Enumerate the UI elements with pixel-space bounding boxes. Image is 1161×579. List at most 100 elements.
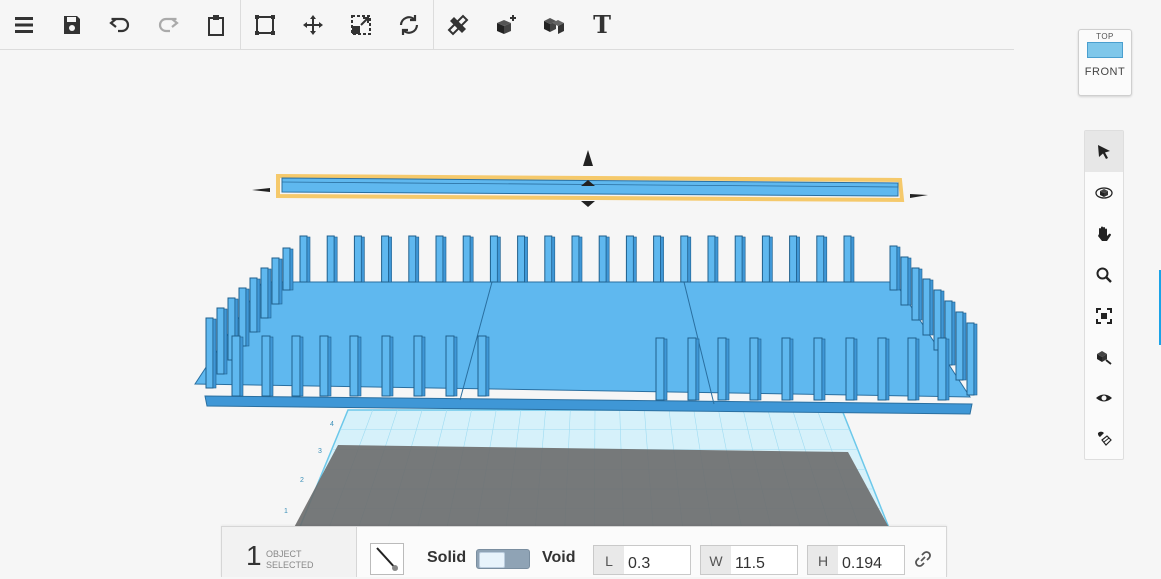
pan-button[interactable] <box>1085 213 1123 254</box>
tray-post <box>571 235 583 283</box>
tray-post <box>889 245 901 291</box>
workplane-button[interactable] <box>1085 336 1123 377</box>
add-shape-icon <box>497 14 516 34</box>
tray-post <box>761 235 773 283</box>
redo-button[interactable] <box>144 1 192 49</box>
view-tools-panel <box>1084 130 1124 460</box>
tray-post <box>907 337 920 401</box>
snap-button[interactable] <box>1085 418 1123 459</box>
tray-post <box>445 335 458 397</box>
paste-icon <box>208 14 224 36</box>
move-down-handle[interactable] <box>581 201 595 207</box>
text-icon: T <box>593 10 611 39</box>
scale-button[interactable] <box>337 1 385 49</box>
left-handle[interactable] <box>252 188 270 192</box>
ruler-button[interactable] <box>434 1 482 49</box>
viewcube-top-face[interactable] <box>1087 42 1123 58</box>
tray-post <box>598 235 610 283</box>
tray-post <box>843 235 855 283</box>
visibility-icon <box>1096 394 1112 401</box>
width-input[interactable] <box>735 546 793 578</box>
tray-post <box>789 235 800 283</box>
view-cube[interactable]: TOP FRONT <box>1078 29 1132 96</box>
text-button[interactable]: T <box>578 1 626 49</box>
length-key: L <box>594 546 624 574</box>
fit-view-button[interactable] <box>1085 295 1123 336</box>
orbit-button[interactable] <box>1085 172 1123 213</box>
tray-post <box>655 337 668 401</box>
tray-post <box>291 335 304 397</box>
solid-label[interactable]: Solid <box>427 549 466 567</box>
scene-canvas[interactable]: 4 3 2 1 <box>0 50 1161 569</box>
save-icon <box>64 15 80 34</box>
solid-void-toggle[interactable] <box>476 549 530 569</box>
color-none-icon <box>376 547 398 571</box>
orbit-icon <box>1095 186 1113 199</box>
tray-post <box>937 337 950 401</box>
selection-count-box: 1 OBJECT SELECTED <box>222 527 357 577</box>
width-key: W <box>701 546 731 574</box>
tray-post <box>408 235 420 283</box>
tray-post <box>955 311 967 381</box>
tray-post <box>489 235 501 283</box>
tray-post <box>749 337 762 401</box>
save-button[interactable] <box>48 1 96 49</box>
grid-label: 1 <box>284 508 288 515</box>
scale-icon <box>351 14 371 35</box>
tray-post <box>381 235 392 283</box>
tray-post <box>477 335 490 397</box>
tray-post <box>734 235 746 283</box>
tray-model[interactable] <box>194 235 978 415</box>
snap-icon <box>1097 431 1112 446</box>
tray-post <box>816 235 828 283</box>
tray-post <box>299 235 311 283</box>
tray-post <box>707 235 719 283</box>
tray-post <box>900 256 912 306</box>
tray-post <box>653 235 664 283</box>
visibility-button[interactable] <box>1085 377 1123 418</box>
3d-viewport[interactable]: 4 3 2 1 <box>0 50 1161 569</box>
tray-post <box>271 257 283 305</box>
tray-post <box>781 337 794 401</box>
grid-label: 4 <box>330 421 334 428</box>
tray-post <box>205 317 217 389</box>
move-button[interactable] <box>289 1 337 49</box>
link-icon[interactable] <box>914 550 932 568</box>
tray-post <box>353 235 365 283</box>
height-handle[interactable] <box>583 150 593 166</box>
viewcube-top-label: TOP <box>1096 32 1114 41</box>
tray-post <box>231 335 244 397</box>
zoom-button[interactable] <box>1085 254 1123 295</box>
length-field: L <box>593 545 691 578</box>
height-input[interactable] <box>842 546 900 578</box>
tray-post <box>413 335 426 397</box>
add-shape-button[interactable] <box>482 1 530 49</box>
undo-button[interactable] <box>96 1 144 49</box>
viewcube-front-label[interactable]: FRONT <box>1079 66 1131 78</box>
tray-post <box>717 337 730 401</box>
tray-post <box>845 337 858 401</box>
selected-bar[interactable] <box>252 150 928 207</box>
color-picker-button[interactable] <box>370 543 404 575</box>
length-input[interactable] <box>628 546 686 578</box>
tray-post <box>687 337 700 401</box>
tray-post <box>966 322 978 396</box>
void-label[interactable]: Void <box>542 549 575 567</box>
group-button[interactable] <box>530 1 578 49</box>
select-tool-button[interactable] <box>1085 131 1123 172</box>
toggle-knob[interactable] <box>479 552 505 568</box>
grid-label: 3 <box>318 448 322 455</box>
tray-post <box>625 235 637 283</box>
main-toolbar: T <box>0 0 1014 50</box>
menu-icon <box>15 16 33 33</box>
right-handle[interactable] <box>910 194 928 198</box>
rotate-button[interactable] <box>385 1 433 49</box>
workplane-icon <box>1097 350 1112 365</box>
paste-button[interactable] <box>192 1 240 49</box>
fit-button[interactable] <box>241 1 289 49</box>
tray-post <box>381 335 394 397</box>
tray-post <box>911 267 923 321</box>
redo-icon <box>158 17 179 32</box>
menu-button[interactable] <box>0 1 48 49</box>
undo-icon <box>109 17 130 32</box>
